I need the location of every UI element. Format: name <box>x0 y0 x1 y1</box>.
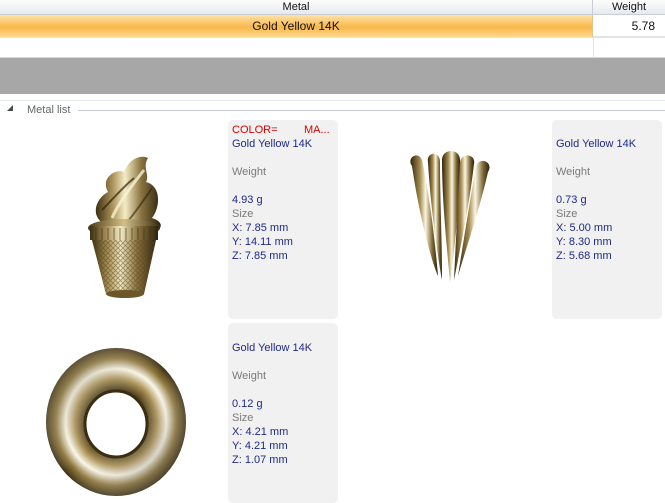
fluted-pendant-icon <box>410 151 490 282</box>
weight-value: 0.73 g <box>556 194 587 206</box>
column-header-weight[interactable]: Weight <box>593 0 665 15</box>
group-top-divider <box>0 100 665 101</box>
weight-value: 4.93 g <box>232 194 263 206</box>
cell-metal[interactable]: Gold Yellow 14K <box>0 15 593 37</box>
size-y: Y: 8.30 mm <box>556 236 612 248</box>
metal-name: Gold Yellow 14K <box>232 342 313 354</box>
cell-weight[interactable]: 5.78 <box>593 15 665 37</box>
size-y: Y: 4.21 mm <box>232 440 288 452</box>
size-label: Size <box>556 208 578 220</box>
ring-donut-icon <box>46 348 186 496</box>
empty-row[interactable] <box>0 37 665 59</box>
size-y: Y: 14.11 mm <box>232 236 293 248</box>
column-header-metal[interactable]: Metal <box>0 0 593 15</box>
table-row[interactable]: Gold Yellow 14K 5.78 <box>0 15 665 37</box>
size-z: Z: 1.07 mm <box>232 454 288 466</box>
ice-cream-cone-charm-icon <box>88 156 161 298</box>
metal-card[interactable]: COLOR= MA... Gold Yellow 14K Weight 4.93… <box>228 120 338 319</box>
size-label: Size <box>232 412 254 424</box>
metal-weight-window: Metal Weight Gold Yellow 14K 5.78 Metal … <box>0 0 665 503</box>
color-label: COLOR= <box>232 124 278 136</box>
size-x: X: 7.85 mm <box>232 222 289 234</box>
group-divider <box>78 110 665 111</box>
size-z: Z: 7.85 mm <box>232 250 288 262</box>
metal-name: Gold Yellow 14K <box>556 138 637 150</box>
size-x: X: 5.00 mm <box>556 222 613 234</box>
metal-card[interactable]: Gold Yellow 14K Weight 0.73 g Size X: 5.… <box>552 120 662 319</box>
collapse-triangle-icon[interactable] <box>7 105 13 111</box>
material-label: MA... <box>304 124 330 136</box>
weight-value: 0.12 g <box>232 398 263 410</box>
weight-label: Weight <box>232 370 267 382</box>
metal-name: Gold Yellow 14K <box>232 138 313 150</box>
size-label: Size <box>232 208 254 220</box>
metal-card[interactable]: Gold Yellow 14K Weight 0.12 g Size X: 4.… <box>228 323 338 503</box>
column-header-metal-label: Metal <box>282 1 310 13</box>
size-x: X: 4.21 mm <box>232 426 289 438</box>
weight-label: Weight <box>232 166 267 178</box>
size-z: Z: 5.68 mm <box>556 250 612 262</box>
cell-metal-text: Gold Yellow 14K <box>252 19 340 33</box>
splitter-band[interactable] <box>0 58 665 94</box>
weight-label: Weight <box>556 166 591 178</box>
column-header-weight-label: Weight <box>611 1 647 13</box>
metal-grid: Metal Weight Gold Yellow 14K 5.78 <box>0 0 665 59</box>
cell-weight-text: 5.78 <box>631 18 655 33</box>
metal-list-label: Metal list <box>27 104 71 116</box>
column-divider <box>593 38 594 59</box>
